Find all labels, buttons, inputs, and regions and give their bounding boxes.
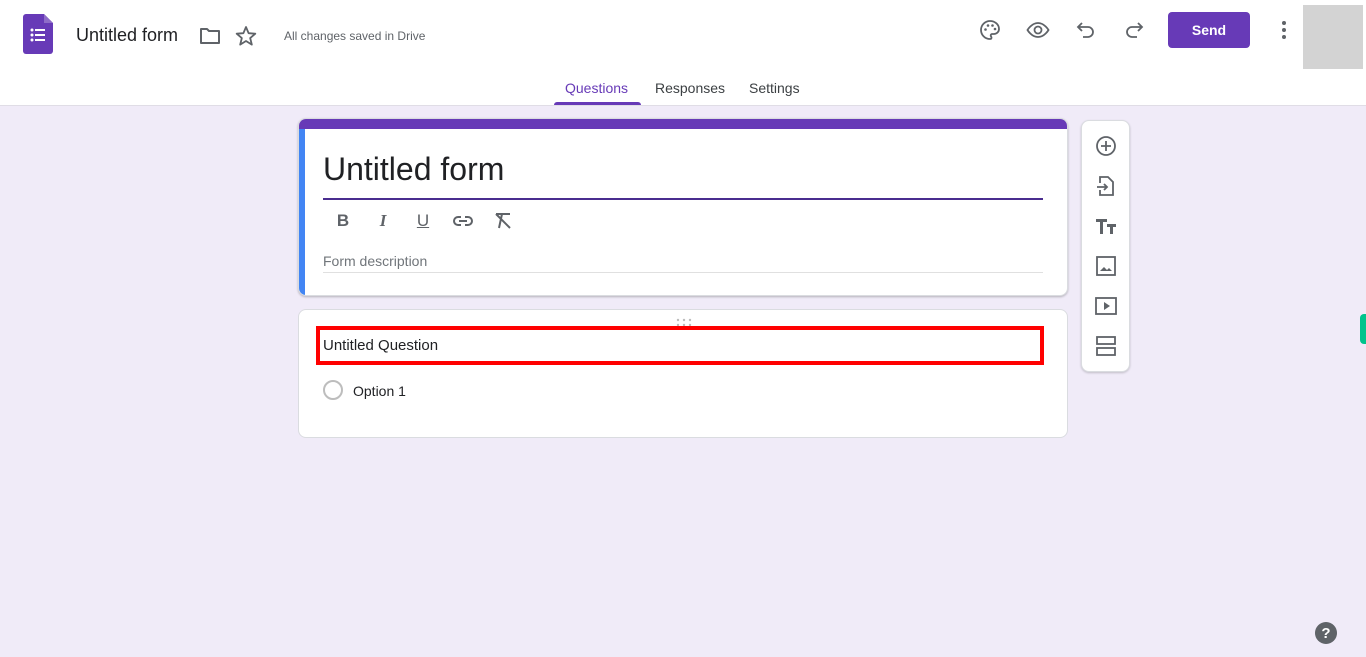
clear-format-icon[interactable] bbox=[491, 209, 515, 233]
underline-icon[interactable]: U bbox=[411, 209, 435, 233]
link-icon[interactable] bbox=[451, 209, 475, 233]
google-forms-icon[interactable] bbox=[23, 14, 53, 54]
document-title[interactable]: Untitled form bbox=[76, 25, 178, 46]
title-underline bbox=[323, 198, 1043, 200]
video-icon[interactable] bbox=[1094, 294, 1118, 318]
italic-icon[interactable]: I bbox=[371, 209, 395, 233]
side-panel-tab[interactable] bbox=[1360, 314, 1366, 344]
eye-icon[interactable] bbox=[1026, 18, 1050, 42]
send-button[interactable]: Send bbox=[1168, 12, 1250, 48]
form-description-input[interactable]: Form description bbox=[323, 253, 427, 269]
image-icon[interactable] bbox=[1094, 254, 1118, 278]
active-tab-indicator bbox=[554, 102, 641, 105]
question-title-input[interactable]: Untitled Question bbox=[323, 337, 438, 354]
question-card[interactable]: Untitled Question Option 1 bbox=[298, 309, 1068, 438]
option-label[interactable]: Option 1 bbox=[353, 383, 406, 399]
star-icon[interactable] bbox=[234, 24, 258, 48]
form-title-card: Untitled form B I U Form description bbox=[298, 118, 1068, 296]
text-title-icon[interactable] bbox=[1094, 214, 1118, 238]
section-icon[interactable] bbox=[1094, 334, 1118, 358]
avatar[interactable] bbox=[1303, 5, 1363, 69]
bold-icon[interactable]: B bbox=[331, 209, 355, 233]
folder-icon[interactable] bbox=[198, 24, 222, 48]
title-card-focus-bar bbox=[299, 129, 305, 295]
save-status: All changes saved in Drive bbox=[284, 29, 426, 43]
redo-icon[interactable] bbox=[1122, 18, 1146, 42]
option-radio[interactable] bbox=[323, 380, 343, 400]
help-icon[interactable]: ? bbox=[1315, 622, 1337, 644]
form-title-input[interactable]: Untitled form bbox=[323, 151, 504, 188]
description-underline bbox=[323, 272, 1043, 273]
tab-settings[interactable]: Settings bbox=[749, 80, 800, 96]
tab-questions[interactable]: Questions bbox=[565, 80, 628, 96]
question-toolbar bbox=[1081, 120, 1130, 372]
more-vert-icon[interactable] bbox=[1272, 18, 1296, 42]
app-header: Untitled form All changes saved in Drive… bbox=[0, 0, 1366, 106]
palette-icon[interactable] bbox=[978, 18, 1002, 42]
add-circle-icon[interactable] bbox=[1094, 134, 1118, 158]
undo-icon[interactable] bbox=[1074, 18, 1098, 42]
tab-responses[interactable]: Responses bbox=[655, 80, 725, 96]
title-card-top-bar bbox=[299, 119, 1067, 129]
import-icon[interactable] bbox=[1094, 174, 1118, 198]
